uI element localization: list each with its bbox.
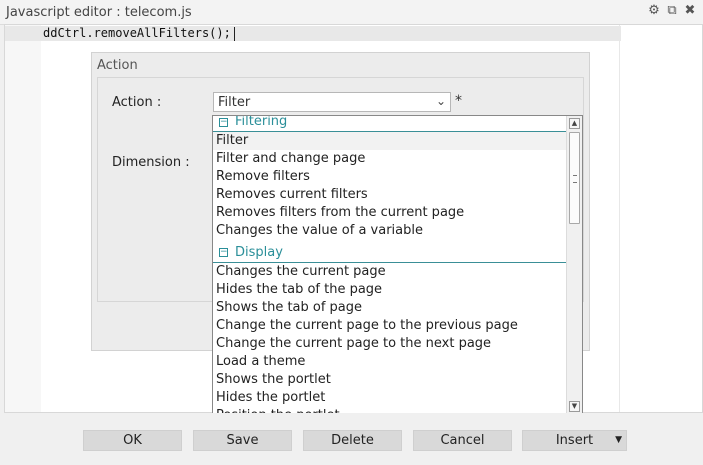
- list-item[interactable]: Filter: [213, 132, 567, 150]
- group-label: Filtering: [235, 115, 288, 129]
- list-item[interactable]: Change the current page to the next page: [213, 335, 567, 353]
- list-item[interactable]: Load a theme: [213, 353, 567, 371]
- print-margin: [619, 25, 620, 412]
- action-select[interactable]: Filter ⌄: [213, 92, 451, 112]
- list-item[interactable]: Shows the tab of page: [213, 299, 567, 317]
- scrollbar-thumb[interactable]: [569, 132, 580, 224]
- list-item[interactable]: Hides the portlet: [213, 389, 567, 407]
- dialog-footer: OK Save Delete Cancel Insert ▼: [0, 413, 703, 465]
- group-header-filtering[interactable]: − Filtering: [213, 116, 567, 132]
- grip-icon: [573, 175, 577, 183]
- dropdown-scrollbar[interactable]: ▲ ▼: [566, 116, 582, 414]
- dropdown-options: − Filtering Filter Filter and change pag…: [213, 116, 567, 414]
- chevron-down-icon: ⌄: [435, 94, 446, 108]
- gutter-active-line: [5, 26, 41, 41]
- cancel-button[interactable]: Cancel: [413, 430, 512, 451]
- gear-icon[interactable]: ⚙: [647, 4, 661, 18]
- list-item[interactable]: Remove filters: [213, 168, 567, 186]
- text-cursor: [233, 26, 235, 41]
- insert-button[interactable]: Insert ▼: [522, 430, 627, 451]
- action-label: Action :: [112, 95, 162, 110]
- required-marker: *: [455, 93, 462, 109]
- list-item[interactable]: Hides the tab of the page: [213, 281, 567, 299]
- close-icon[interactable]: ✖: [683, 4, 697, 18]
- insert-label: Insert: [555, 433, 594, 448]
- list-item[interactable]: Changes the value of a variable: [213, 222, 567, 240]
- list-item[interactable]: Filter and change page: [213, 150, 567, 168]
- save-button[interactable]: Save: [193, 430, 292, 451]
- list-item[interactable]: Shows the portlet: [213, 371, 567, 389]
- external-window-icon[interactable]: ⧉: [665, 4, 679, 18]
- window-tools: ⚙ ⧉ ✖: [647, 4, 697, 18]
- group-label: Display: [235, 245, 283, 260]
- action-select-value: Filter: [218, 95, 251, 110]
- action-dropdown-list[interactable]: − Filtering Filter Filter and change pag…: [212, 115, 583, 415]
- scroll-down-arrow-icon[interactable]: ▼: [569, 401, 580, 412]
- group-header-display[interactable]: − Display: [213, 244, 567, 263]
- action-panel-legend: Action: [97, 58, 138, 73]
- ok-button[interactable]: OK: [83, 430, 182, 451]
- line-gutter: [5, 25, 41, 412]
- list-item[interactable]: Change the current page to the previous …: [213, 317, 567, 335]
- window-titlebar: Javascript editor : telecom.js ⚙ ⧉ ✖: [0, 0, 703, 25]
- window-title: Javascript editor : telecom.js: [6, 5, 192, 20]
- code-line[interactable]: ddCtrl.removeAllFilters();: [43, 26, 235, 41]
- scroll-up-arrow-icon[interactable]: ▲: [569, 118, 580, 129]
- collapse-icon[interactable]: −: [219, 118, 228, 127]
- list-item[interactable]: Changes the current page: [213, 263, 567, 281]
- dropdown-caret-icon[interactable]: ▼: [615, 431, 622, 450]
- code-text: ddCtrl.removeAllFilters();: [43, 26, 231, 40]
- delete-button[interactable]: Delete: [303, 430, 402, 451]
- collapse-icon[interactable]: −: [219, 248, 228, 257]
- dimension-label: Dimension :: [112, 155, 190, 170]
- list-item[interactable]: Removes filters from the current page: [213, 204, 567, 222]
- list-item[interactable]: Removes current filters: [213, 186, 567, 204]
